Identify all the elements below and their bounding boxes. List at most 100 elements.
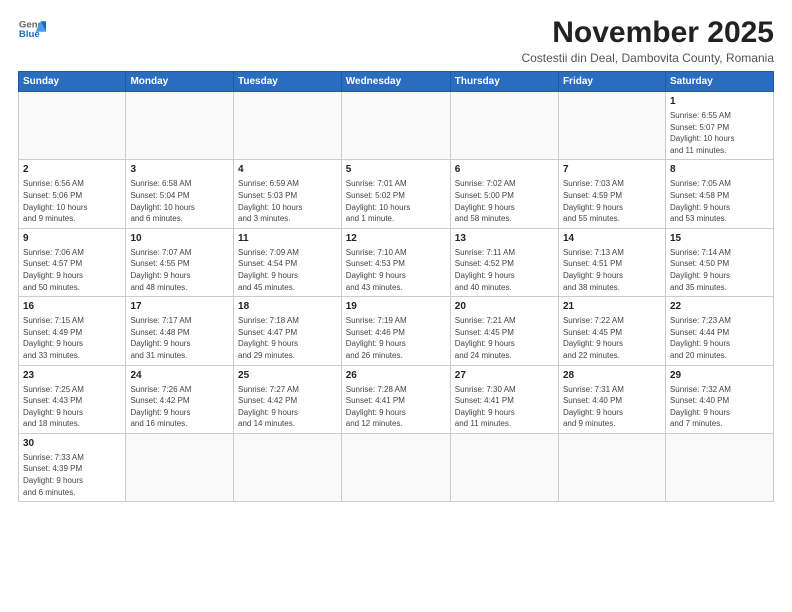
day-number: 18 bbox=[238, 300, 337, 314]
day-number: 3 bbox=[130, 163, 229, 177]
day-info: Sunrise: 7:03 AM Sunset: 4:59 PM Dayligh… bbox=[563, 178, 661, 224]
day-info: Sunrise: 6:56 AM Sunset: 5:06 PM Dayligh… bbox=[23, 178, 121, 224]
day-number: 13 bbox=[455, 232, 554, 246]
logo-icon: General Blue bbox=[18, 16, 46, 44]
day-cell: 3Sunrise: 6:58 AM Sunset: 5:04 PM Daylig… bbox=[126, 160, 234, 228]
day-info: Sunrise: 7:31 AM Sunset: 4:40 PM Dayligh… bbox=[563, 384, 661, 430]
day-number: 24 bbox=[130, 369, 229, 383]
page: General Blue November 2025 Costestii din… bbox=[0, 0, 792, 612]
col-thursday: Thursday bbox=[450, 72, 558, 92]
day-number: 25 bbox=[238, 369, 337, 383]
day-info: Sunrise: 7:28 AM Sunset: 4:41 PM Dayligh… bbox=[346, 384, 446, 430]
day-info: Sunrise: 7:05 AM Sunset: 4:58 PM Dayligh… bbox=[670, 178, 769, 224]
day-cell: 5Sunrise: 7:01 AM Sunset: 5:02 PM Daylig… bbox=[341, 160, 450, 228]
day-number: 7 bbox=[563, 163, 661, 177]
week-row-2: 2Sunrise: 6:56 AM Sunset: 5:06 PM Daylig… bbox=[19, 160, 774, 228]
logo: General Blue bbox=[18, 16, 46, 44]
day-cell: 20Sunrise: 7:21 AM Sunset: 4:45 PM Dayli… bbox=[450, 297, 558, 365]
day-cell bbox=[665, 433, 773, 501]
day-info: Sunrise: 7:11 AM Sunset: 4:52 PM Dayligh… bbox=[455, 247, 554, 293]
day-cell: 7Sunrise: 7:03 AM Sunset: 4:59 PM Daylig… bbox=[558, 160, 665, 228]
day-info: Sunrise: 7:23 AM Sunset: 4:44 PM Dayligh… bbox=[670, 315, 769, 361]
day-info: Sunrise: 7:15 AM Sunset: 4:49 PM Dayligh… bbox=[23, 315, 121, 361]
day-info: Sunrise: 7:10 AM Sunset: 4:53 PM Dayligh… bbox=[346, 247, 446, 293]
day-info: Sunrise: 7:19 AM Sunset: 4:46 PM Dayligh… bbox=[346, 315, 446, 361]
week-row-6: 30Sunrise: 7:33 AM Sunset: 4:39 PM Dayli… bbox=[19, 433, 774, 501]
day-cell bbox=[234, 92, 342, 160]
day-cell: 1Sunrise: 6:55 AM Sunset: 5:07 PM Daylig… bbox=[665, 92, 773, 160]
day-info: Sunrise: 7:21 AM Sunset: 4:45 PM Dayligh… bbox=[455, 315, 554, 361]
day-info: Sunrise: 7:18 AM Sunset: 4:47 PM Dayligh… bbox=[238, 315, 337, 361]
col-wednesday: Wednesday bbox=[341, 72, 450, 92]
day-cell bbox=[558, 433, 665, 501]
day-cell: 21Sunrise: 7:22 AM Sunset: 4:45 PM Dayli… bbox=[558, 297, 665, 365]
day-number: 12 bbox=[346, 232, 446, 246]
week-row-5: 23Sunrise: 7:25 AM Sunset: 4:43 PM Dayli… bbox=[19, 365, 774, 433]
day-info: Sunrise: 6:59 AM Sunset: 5:03 PM Dayligh… bbox=[238, 178, 337, 224]
day-info: Sunrise: 7:02 AM Sunset: 5:00 PM Dayligh… bbox=[455, 178, 554, 224]
day-info: Sunrise: 7:33 AM Sunset: 4:39 PM Dayligh… bbox=[23, 452, 121, 498]
day-cell: 11Sunrise: 7:09 AM Sunset: 4:54 PM Dayli… bbox=[234, 228, 342, 296]
day-cell bbox=[234, 433, 342, 501]
day-number: 26 bbox=[346, 369, 446, 383]
day-number: 30 bbox=[23, 437, 121, 451]
day-cell bbox=[341, 92, 450, 160]
day-cell bbox=[450, 92, 558, 160]
col-tuesday: Tuesday bbox=[234, 72, 342, 92]
day-number: 22 bbox=[670, 300, 769, 314]
day-cell: 19Sunrise: 7:19 AM Sunset: 4:46 PM Dayli… bbox=[341, 297, 450, 365]
day-cell: 26Sunrise: 7:28 AM Sunset: 4:41 PM Dayli… bbox=[341, 365, 450, 433]
day-number: 4 bbox=[238, 163, 337, 177]
day-info: Sunrise: 7:13 AM Sunset: 4:51 PM Dayligh… bbox=[563, 247, 661, 293]
day-info: Sunrise: 7:06 AM Sunset: 4:57 PM Dayligh… bbox=[23, 247, 121, 293]
day-info: Sunrise: 7:14 AM Sunset: 4:50 PM Dayligh… bbox=[670, 247, 769, 293]
calendar: Sunday Monday Tuesday Wednesday Thursday… bbox=[18, 71, 774, 502]
day-cell: 27Sunrise: 7:30 AM Sunset: 4:41 PM Dayli… bbox=[450, 365, 558, 433]
day-cell bbox=[126, 92, 234, 160]
day-number: 8 bbox=[670, 163, 769, 177]
day-number: 10 bbox=[130, 232, 229, 246]
day-cell: 22Sunrise: 7:23 AM Sunset: 4:44 PM Dayli… bbox=[665, 297, 773, 365]
day-number: 29 bbox=[670, 369, 769, 383]
title-area: November 2025 Costestii din Deal, Dambov… bbox=[521, 16, 774, 65]
header: General Blue November 2025 Costestii din… bbox=[18, 16, 774, 65]
day-number: 2 bbox=[23, 163, 121, 177]
day-cell: 16Sunrise: 7:15 AM Sunset: 4:49 PM Dayli… bbox=[19, 297, 126, 365]
col-friday: Friday bbox=[558, 72, 665, 92]
day-cell: 12Sunrise: 7:10 AM Sunset: 4:53 PM Dayli… bbox=[341, 228, 450, 296]
day-info: Sunrise: 6:58 AM Sunset: 5:04 PM Dayligh… bbox=[130, 178, 229, 224]
day-number: 20 bbox=[455, 300, 554, 314]
day-cell: 17Sunrise: 7:17 AM Sunset: 4:48 PM Dayli… bbox=[126, 297, 234, 365]
subtitle: Costestii din Deal, Dambovita County, Ro… bbox=[521, 51, 774, 65]
day-number: 1 bbox=[670, 95, 769, 109]
day-info: Sunrise: 7:17 AM Sunset: 4:48 PM Dayligh… bbox=[130, 315, 229, 361]
day-cell: 14Sunrise: 7:13 AM Sunset: 4:51 PM Dayli… bbox=[558, 228, 665, 296]
day-cell: 8Sunrise: 7:05 AM Sunset: 4:58 PM Daylig… bbox=[665, 160, 773, 228]
day-number: 5 bbox=[346, 163, 446, 177]
day-number: 21 bbox=[563, 300, 661, 314]
col-monday: Monday bbox=[126, 72, 234, 92]
day-info: Sunrise: 7:09 AM Sunset: 4:54 PM Dayligh… bbox=[238, 247, 337, 293]
day-cell: 29Sunrise: 7:32 AM Sunset: 4:40 PM Dayli… bbox=[665, 365, 773, 433]
day-cell: 15Sunrise: 7:14 AM Sunset: 4:50 PM Dayli… bbox=[665, 228, 773, 296]
day-cell bbox=[450, 433, 558, 501]
day-number: 27 bbox=[455, 369, 554, 383]
day-cell bbox=[126, 433, 234, 501]
day-cell: 28Sunrise: 7:31 AM Sunset: 4:40 PM Dayli… bbox=[558, 365, 665, 433]
day-number: 19 bbox=[346, 300, 446, 314]
day-info: Sunrise: 7:30 AM Sunset: 4:41 PM Dayligh… bbox=[455, 384, 554, 430]
day-info: Sunrise: 7:26 AM Sunset: 4:42 PM Dayligh… bbox=[130, 384, 229, 430]
week-row-3: 9Sunrise: 7:06 AM Sunset: 4:57 PM Daylig… bbox=[19, 228, 774, 296]
day-cell: 4Sunrise: 6:59 AM Sunset: 5:03 PM Daylig… bbox=[234, 160, 342, 228]
day-number: 23 bbox=[23, 369, 121, 383]
day-number: 16 bbox=[23, 300, 121, 314]
day-number: 15 bbox=[670, 232, 769, 246]
day-info: Sunrise: 7:22 AM Sunset: 4:45 PM Dayligh… bbox=[563, 315, 661, 361]
day-cell bbox=[341, 433, 450, 501]
day-cell: 9Sunrise: 7:06 AM Sunset: 4:57 PM Daylig… bbox=[19, 228, 126, 296]
day-info: Sunrise: 7:07 AM Sunset: 4:55 PM Dayligh… bbox=[130, 247, 229, 293]
day-number: 9 bbox=[23, 232, 121, 246]
day-cell: 6Sunrise: 7:02 AM Sunset: 5:00 PM Daylig… bbox=[450, 160, 558, 228]
day-info: Sunrise: 7:27 AM Sunset: 4:42 PM Dayligh… bbox=[238, 384, 337, 430]
day-number: 14 bbox=[563, 232, 661, 246]
